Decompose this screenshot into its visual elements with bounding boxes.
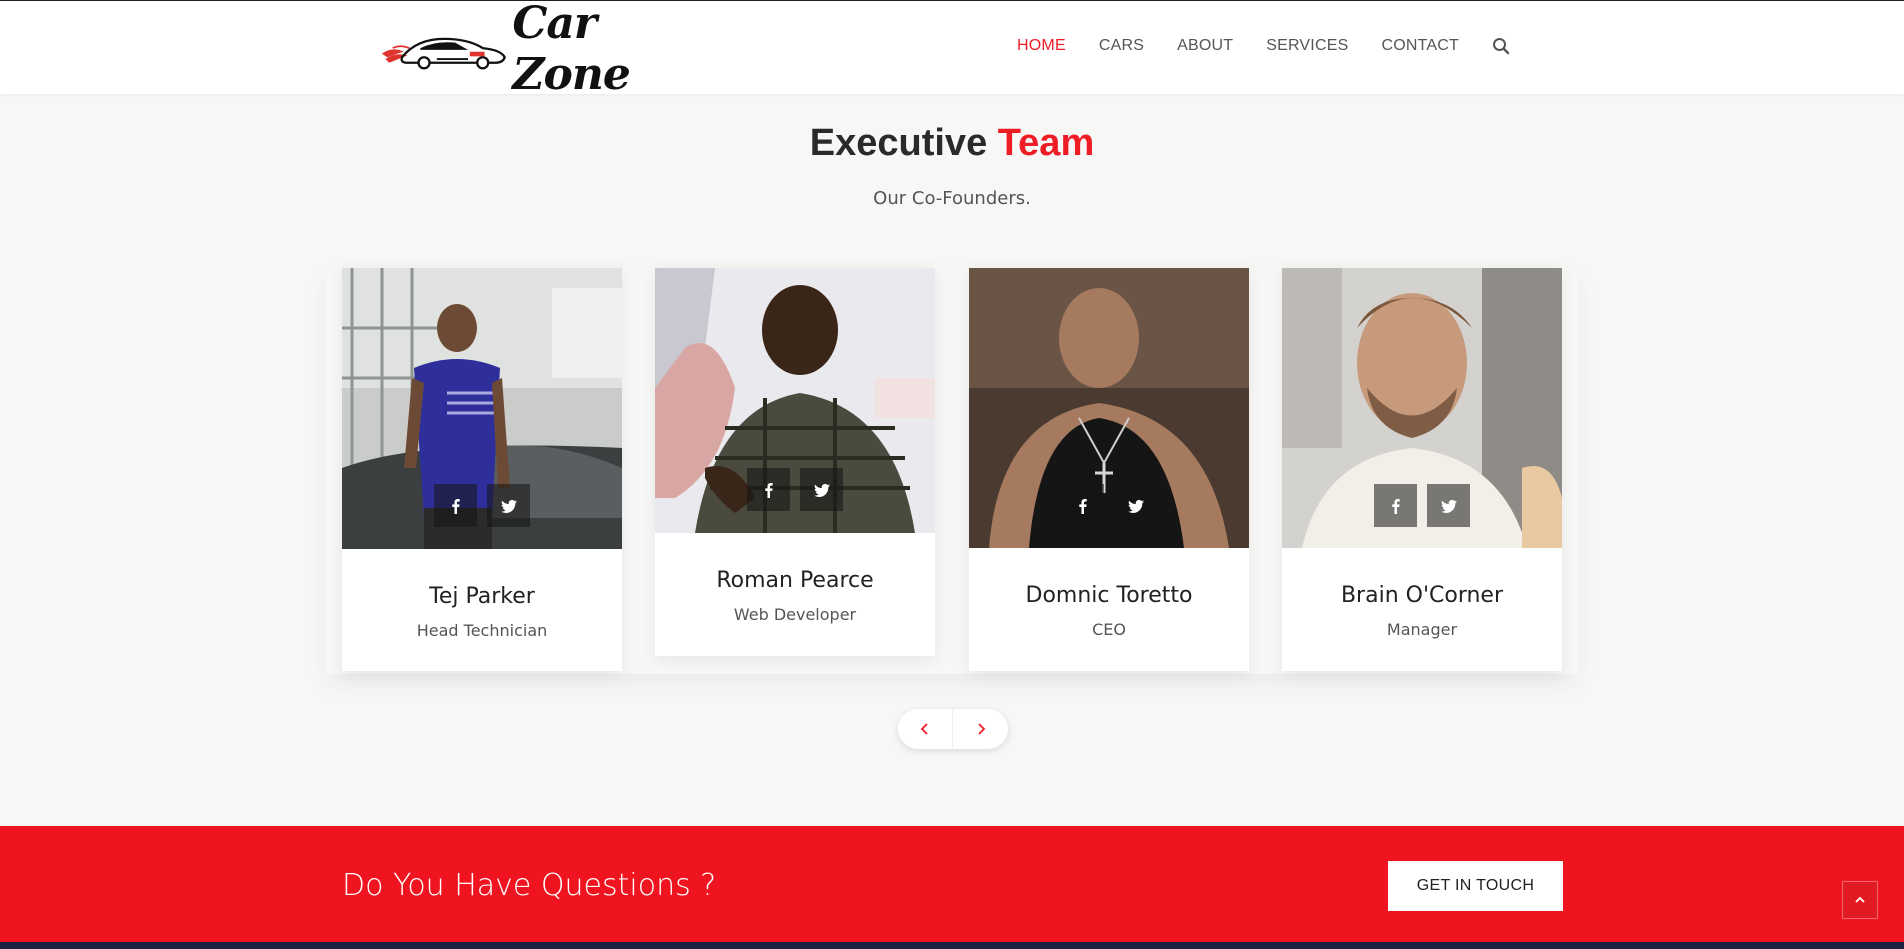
section-title: Executive Team [0,122,1904,165]
member-name: Tej Parker [429,584,535,609]
navbar: Car Zone HOME CARS ABOUT SERVICES CONTAC… [0,0,1904,100]
team-card: Roman Pearce Web Developer [655,268,935,656]
carousel-pager [898,709,1008,749]
social-links [1374,484,1470,527]
team-photo [969,268,1249,548]
search-icon[interactable] [1492,37,1510,55]
team-photo [1282,268,1562,548]
nav-item-home[interactable]: HOME [1017,37,1066,55]
chevron-right-icon [977,723,985,735]
team-card: Domnic Toretto CEO [969,268,1249,671]
social-links [1061,484,1157,527]
team-card-info: Roman Pearce Web Developer [655,533,935,624]
twitter-icon[interactable] [487,484,530,527]
cta-text: Do You Have Questions ? [342,868,717,903]
member-role: Head Technician [416,621,548,640]
twitter-icon[interactable] [1427,484,1470,527]
chevron-left-icon [920,723,928,735]
prev-button[interactable] [898,709,953,749]
member-name: Brain O'Corner [1340,583,1504,608]
team-card-info: Tej Parker Head Technician [342,549,622,640]
section-title-accent: Team [997,122,1095,164]
get-in-touch-button[interactable]: GET IN TOUCH [1388,861,1563,911]
team-photo [342,268,622,549]
social-links [747,468,843,511]
team-photo [655,268,935,533]
chevron-up-icon [1855,896,1865,903]
twitter-icon[interactable] [800,468,843,511]
nav-item-about[interactable]: ABOUT [1177,37,1233,55]
facebook-icon[interactable] [1061,484,1104,527]
member-role: Web Developer [733,605,857,624]
member-name: Domnic Toretto [1025,583,1193,608]
member-role: Manager [1386,620,1458,639]
team-card-info: Brain O'Corner Manager [1282,548,1562,639]
member-role: CEO [1092,620,1126,639]
brand-logo[interactable]: Car Zone [380,0,710,100]
cta-banner: Do You Have Questions ? GET IN TOUCH [0,826,1904,942]
nav-item-contact[interactable]: CONTACT [1381,37,1459,55]
back-to-top-button[interactable] [1842,881,1878,919]
nav-item-services[interactable]: SERVICES [1266,37,1348,55]
section-subtitle: Our Co-Founders. [873,188,1031,209]
team-card: Tej Parker Head Technician [342,268,622,671]
facebook-icon[interactable] [747,468,790,511]
member-name: Roman Pearce [716,568,874,593]
section-title-main: Executive [809,122,988,164]
twitter-icon[interactable] [1114,484,1157,527]
facebook-icon[interactable] [434,484,477,527]
facebook-icon[interactable] [1374,484,1417,527]
next-button[interactable] [953,709,1008,749]
brand-name: Car Zone [512,0,630,100]
team-card: Brain O'Corner Manager [1282,268,1562,671]
social-links [434,484,530,527]
car-logo-icon [381,37,506,70]
team-card-info: Domnic Toretto CEO [969,548,1249,639]
footer-strip [0,942,1904,949]
nav-item-cars[interactable]: CARS [1099,37,1144,55]
main-nav: HOME CARS ABOUT SERVICES CONTACT [984,37,1510,55]
